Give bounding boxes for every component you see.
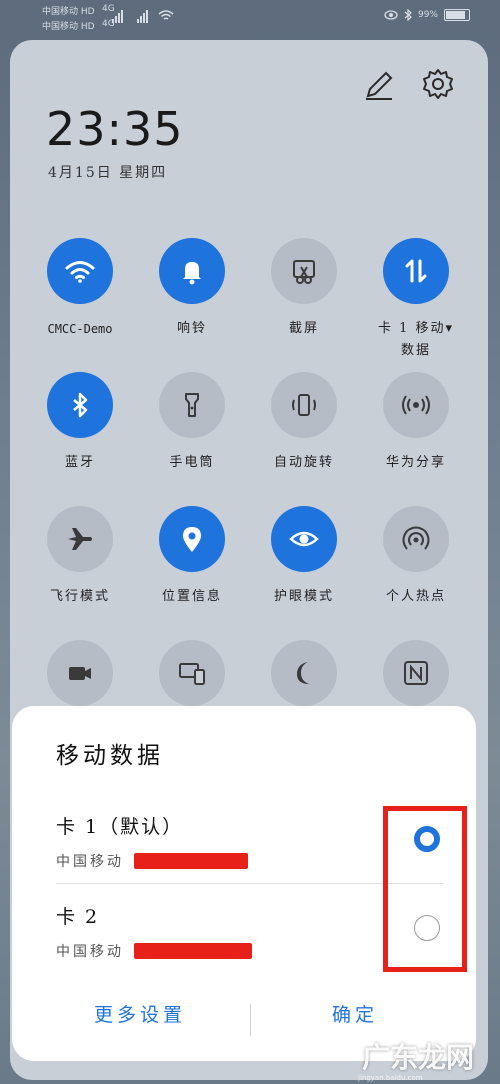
watermark-url: jingyan.baidu.com [358,1074,423,1082]
bluetooth-icon [73,392,88,418]
tile-hotspot[interactable]: 个人热点 [360,506,472,608]
gear-icon[interactable] [420,66,456,102]
battery-icon [444,9,470,21]
status-right: 99% [384,9,470,21]
wifi-icon [65,261,95,283]
tile-flashlight[interactable]: 手电筒 [136,372,248,474]
tile-nfc[interactable] [360,640,472,706]
date: 4月15日 星期四 [48,165,168,181]
tile-label: 手电筒 [169,455,215,470]
tile-circle[interactable] [47,238,113,304]
tile-multi-screen[interactable] [136,640,248,706]
tile-screenshot[interactable]: 截屏 [248,238,360,340]
tile-circle[interactable] [47,506,113,572]
tile-circle[interactable] [383,372,449,438]
tile-label: 华为分享 [385,455,446,470]
action-divider [250,1004,251,1036]
tile-label: CMCC-Demo [47,322,113,336]
moon-icon [297,662,309,684]
carrier-2-label: 中国移动 HD [42,22,95,32]
tile-label: 蓝牙 [64,455,95,470]
tile-label-line1: 卡 1 移动▾ [377,321,455,336]
airplane-icon [68,528,92,550]
mobile-data-sheet: 移动数据 卡 1（默认） 中国移动 卡 2 中国移动 更多设置 确定 [12,706,476,1061]
wifi-status-icon [158,10,174,20]
screen-record-icon [69,667,91,680]
tile-mobile-data[interactable]: 卡 1 移动▾ 数据 [360,238,472,362]
tile-bluetooth[interactable]: 蓝牙 [24,372,136,474]
tile-airplane[interactable]: 飞行模式 [24,506,136,608]
tile-huawei-share[interactable]: 华为分享 [360,372,472,474]
tile-ring[interactable]: 响铃 [136,238,248,340]
screenshot-icon [293,260,315,284]
tile-label: 自动旋转 [273,455,334,470]
tile-circle[interactable] [271,238,337,304]
confirm-button[interactable]: 确定 [332,1000,378,1027]
carrier-1-label: 中国移动 HD [42,7,95,17]
tile-wifi[interactable]: CMCC-Demo [24,238,136,340]
redaction-bar [134,943,252,959]
sim-carrier-label: 中国移动 [56,944,124,960]
edit-icon[interactable] [362,68,396,102]
multi-screen-icon [179,663,205,685]
tile-circle[interactable] [47,640,113,706]
watermark: 广东龙网 [362,1041,475,1074]
tile-auto-rotate[interactable]: 自动旋转 [248,372,360,474]
tile-circle[interactable] [383,238,449,304]
flashlight-icon [185,393,199,417]
nfc-icon [404,661,428,685]
sheet-title: 移动数据 [56,743,164,769]
redaction-bar [134,853,248,869]
auto-rotate-icon [292,394,316,416]
tile-label-line2: 数据 [400,343,431,358]
tile-circle[interactable] [271,506,337,572]
eye-icon [289,531,319,547]
tile-label: 位置信息 [161,589,222,604]
tile-label: 个人热点 [385,589,446,604]
tile-label: 飞行模式 [49,589,110,604]
battery-percent: 99% [417,10,438,20]
share-icon [402,395,430,415]
tile-screen-record[interactable] [24,640,136,706]
hotspot-icon [402,526,430,550]
tile-label: 截屏 [288,321,319,336]
tile-circle[interactable] [271,372,337,438]
highlight-annotation [383,806,467,972]
eye-status-icon [384,10,398,20]
tile-eye-comfort[interactable]: 护眼模式 [248,506,360,608]
tile-label: 卡 1 移动▾ 数据 [360,318,472,362]
tile-circle[interactable] [271,640,337,706]
status-bar: 中国移动 HD 中国移动 HD 4G 4G 99% [0,0,500,36]
tile-circle[interactable] [383,640,449,706]
tile-label: 护眼模式 [273,589,334,604]
tile-label: 响铃 [176,321,207,336]
sim-carrier-label: 中国移动 [56,854,124,870]
clock: 23:35 [46,102,184,156]
tile-circle[interactable] [159,640,225,706]
signal-2-icon [137,9,148,23]
mobile-data-icon [405,259,427,283]
tile-circle[interactable] [159,238,225,304]
tile-circle[interactable] [159,506,225,572]
tile-location[interactable]: 位置信息 [136,506,248,608]
tile-circle[interactable] [383,506,449,572]
signal-1-icon [112,9,123,23]
bluetooth-status-icon [404,9,412,21]
more-settings-button[interactable]: 更多设置 [94,1000,186,1027]
tile-circle[interactable] [47,372,113,438]
tile-dark-mode[interactable] [248,640,360,706]
location-icon [183,527,201,552]
bell-icon [183,262,201,285]
tile-circle[interactable] [159,372,225,438]
